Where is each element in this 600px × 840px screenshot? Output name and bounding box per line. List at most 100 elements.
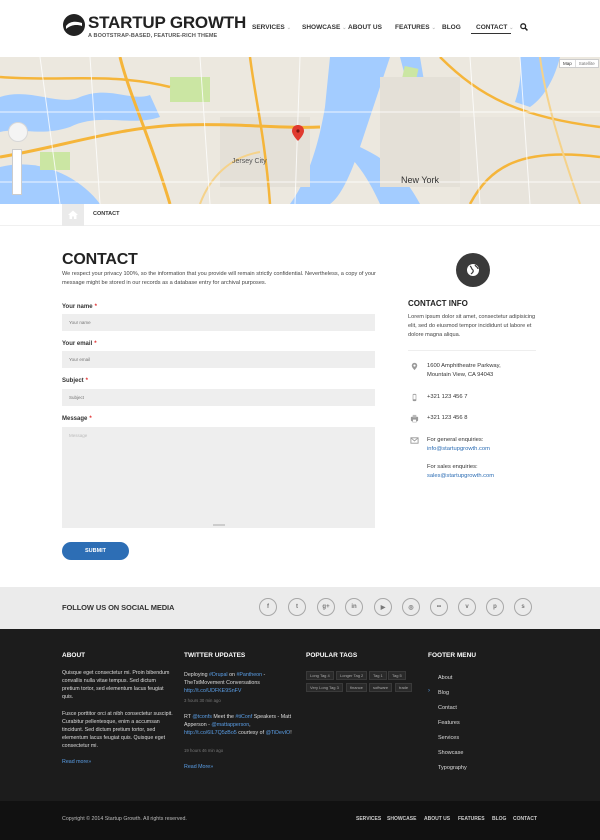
copyright-text: Copyright © 2014 Startup Growth. All rig… (62, 816, 187, 822)
nav-blog[interactable]: BLOG (442, 22, 461, 34)
logo-icon[interactable] (62, 13, 86, 37)
tag-link[interactable]: trade (395, 683, 413, 692)
intro-text: We respect your privacy 100%, so the inf… (62, 271, 376, 286)
footer-twitter-read-more[interactable]: Read More» (184, 763, 213, 771)
facebook-icon[interactable]: f (259, 598, 277, 616)
bottom-nav-contact[interactable]: CONTACT (513, 816, 537, 822)
flickr-icon[interactable]: •• (430, 598, 448, 616)
map-type-satellite-button[interactable]: Satellite (574, 60, 598, 67)
mention-link[interactable]: @TiDevIO (266, 730, 291, 736)
vimeo-icon[interactable]: v (458, 598, 476, 616)
hashtag-link[interactable]: #tiConf (235, 714, 252, 720)
footer-menu-services[interactable]: Services (438, 735, 459, 741)
chevron-right-icon: › (428, 688, 430, 694)
footer-menu-about[interactable]: About (438, 675, 452, 681)
sales-email-link[interactable]: sales@startupgrowth.com (427, 472, 494, 481)
tag-link[interactable]: Very Long Tag 3 (306, 683, 343, 692)
twitter-icon[interactable]: t (288, 598, 306, 616)
map-type-map-button[interactable]: Map (560, 60, 575, 67)
skype-icon[interactable]: s (514, 598, 532, 616)
home-icon (68, 210, 78, 219)
submit-button[interactable]: SUBMIT (62, 542, 129, 560)
divider (408, 350, 536, 351)
nav-features[interactable]: FEATURES ⌄ (395, 22, 436, 34)
envelope-icon (410, 437, 419, 444)
search-icon[interactable] (520, 23, 528, 31)
bottom-nav-about-us[interactable]: ABOUT US (424, 816, 450, 822)
general-enquiries-label: For general enquiries: (427, 437, 484, 443)
tweet-1: Deploying #Drupal on #Pantheon - TheTstM… (184, 671, 294, 695)
instagram-icon[interactable]: ◎ (402, 598, 420, 616)
google-plus-icon[interactable]: g+ (317, 598, 335, 616)
logo-tagline: A BOOTSTRAP-BASED, FEATURE-RICH THEME (88, 33, 218, 39)
map-zoom-slider[interactable] (12, 149, 22, 195)
breadcrumb-home[interactable] (62, 204, 84, 226)
nav-label: FEATURES (395, 24, 430, 31)
bottom-nav-blog[interactable]: BLOG (492, 816, 506, 822)
required-mark: * (94, 341, 97, 347)
youtube-icon[interactable]: ▶ (374, 598, 392, 616)
mention-link[interactable]: @tconfs (192, 714, 212, 720)
phone-icon (412, 393, 417, 402)
hashtag-link[interactable]: #Drupal (209, 672, 228, 678)
email-input[interactable] (62, 351, 375, 368)
chevron-down-icon: ⌄ (342, 25, 347, 31)
required-mark: * (85, 378, 89, 384)
tag-link[interactable]: Tag 5 (388, 671, 406, 680)
message-textarea[interactable]: Message (62, 427, 375, 528)
chevron-down-icon: ⌄ (431, 25, 436, 31)
nav-label: CONTACT (476, 24, 508, 31)
tweet-url-link[interactable]: http://t.co/6IL7Q5zBo5 (184, 730, 237, 736)
bottom-nav-services[interactable]: SERVICES (356, 816, 381, 822)
tag-link[interactable]: Tag 1 (369, 671, 387, 680)
fax: +321 123 456 8 (427, 415, 468, 421)
tag-link[interactable]: finance (346, 683, 367, 692)
tweet-text: ! (290, 730, 292, 736)
tag-link[interactable]: Longer Tag 2 (336, 671, 368, 680)
required-mark: * (94, 304, 97, 310)
footer-menu-features[interactable]: Features (438, 720, 460, 726)
logo-title[interactable]: STARTUP GROWTH (88, 14, 246, 32)
footer-about-title: ABOUT (62, 652, 86, 659)
footer-about-p1: Quisque eget consectetur mi. Proin biben… (62, 670, 170, 700)
footer-about-p2: Fusce porttitor orci at nibh consectetur… (62, 711, 173, 749)
map-label-jersey-city: Jersey City (232, 158, 267, 165)
nav-showcase[interactable]: SHOWCASE ⌄ (302, 22, 346, 34)
pinterest-icon[interactable]: p (486, 598, 504, 616)
nav-services[interactable]: SERVICES ⌄ (252, 22, 291, 34)
tag-link[interactable]: Long Tag 4 (306, 671, 334, 680)
contact-info-text: Lorem ipsum dolor sit amet, consectetur … (408, 314, 536, 338)
footer-about-read-more[interactable]: Read more» (62, 758, 91, 766)
tag-link[interactable]: software (369, 683, 393, 692)
mention-link[interactable]: @mattapperson (211, 722, 249, 728)
hashtag-link[interactable]: #Pantheon (236, 672, 262, 678)
subject-label: Subject * (62, 378, 88, 384)
map-label-new-york: New York (401, 175, 440, 185)
required-mark: * (89, 416, 92, 422)
name-input[interactable] (62, 314, 375, 331)
tweet-url-link[interactable]: http://t.co/UDFKE9SnFV (184, 688, 241, 694)
tweet-2: RT @tconfs Meet the #tiConf Speakers - M… (184, 713, 294, 737)
address: 1600 Amphitheatre Parkway, Mountain View,… (427, 362, 501, 380)
footer-menu-contact[interactable]: Contact (438, 705, 457, 711)
social-title: FOLLOW US ON SOCIAL MEDIA (62, 603, 175, 612)
nav-label: SERVICES (252, 24, 285, 31)
general-email-link[interactable]: info@startupgrowth.com (427, 445, 490, 454)
nav-about-us[interactable]: ABOUT US (348, 22, 382, 34)
footer-menu-title: FOOTER MENU (428, 652, 477, 659)
bottom-nav-features[interactable]: FEATURES (458, 816, 485, 822)
page-title: CONTACT (62, 251, 138, 268)
resize-handle-icon[interactable] (213, 524, 225, 526)
label-text: Your email (62, 341, 93, 347)
site-header: STARTUP GROWTH A BOOTSTRAP-BASED, FEATUR… (0, 0, 600, 57)
footer-menu-typography[interactable]: Typography (438, 765, 467, 771)
nav-label: SHOWCASE (302, 24, 341, 31)
tweet-1-time: 3 hours 30 min ago (184, 698, 221, 703)
footer-menu-blog[interactable]: Blog (438, 690, 449, 696)
footer-menu-showcase[interactable]: Showcase (438, 750, 463, 756)
subject-input[interactable] (62, 389, 375, 406)
bottom-nav-showcase[interactable]: SHOWCASE (387, 816, 416, 822)
map-pan-control[interactable] (8, 122, 28, 142)
map[interactable]: Jersey City New York (0, 57, 600, 204)
linkedin-icon[interactable]: in (345, 598, 363, 616)
